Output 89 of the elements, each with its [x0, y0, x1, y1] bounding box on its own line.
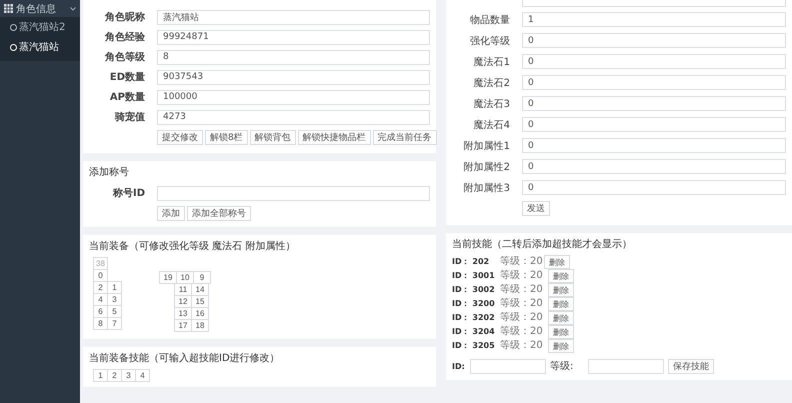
input-field[interactable]: 0	[522, 117, 786, 132]
save-button[interactable]: 保存技能	[668, 359, 714, 374]
caret-icon	[70, 6, 76, 10]
delete-button[interactable]: 删除	[548, 325, 574, 339]
skill-id: ID： 3205	[452, 340, 496, 352]
equipment-slot[interactable]: 7	[107, 317, 122, 330]
skill-id: ID： 3002	[452, 284, 496, 296]
input-field[interactable]: 0	[522, 159, 786, 174]
input-field[interactable]: 0	[522, 75, 786, 90]
equipment-slot[interactable]: 18	[191, 319, 209, 332]
card-title: 当前装备（可修改强化等级 魔法石 附加属性）	[89, 240, 296, 254]
input-field[interactable]: 9037543	[157, 70, 430, 84]
action-button[interactable]: 解锁快捷物品栏	[298, 130, 371, 144]
field-label: AP数量	[108, 90, 146, 104]
action-button[interactable]: 解锁8栏	[205, 130, 248, 144]
action-button[interactable]: 解锁背包	[250, 130, 296, 144]
delete-button[interactable]: 删除	[544, 255, 570, 269]
field-label: 魔法石1	[472, 56, 511, 68]
grid-icon	[4, 4, 13, 13]
input-field[interactable]	[470, 359, 546, 374]
send-button[interactable]: 发送	[522, 201, 550, 216]
input-field[interactable]: 1	[522, 12, 786, 27]
card-title: 当前装备技能（可输入超技能ID进行修改）	[89, 352, 281, 366]
skill-id: ID： 202	[452, 256, 490, 268]
action-button[interactable]: 完成当前任务	[372, 130, 437, 144]
action-button[interactable]: 添加	[157, 206, 185, 220]
field-label: 魔法石4	[472, 118, 511, 132]
skill-id: ID： 3200	[452, 298, 496, 310]
menu-group-header[interactable]: 角色信息	[0, 0, 80, 17]
field-label: 附加属性2	[462, 160, 511, 174]
skill-level: 等级：20	[500, 256, 544, 268]
skill-slot[interactable]: 3	[121, 369, 136, 382]
equipment-slot[interactable]: 19	[159, 271, 177, 284]
skill-slot[interactable]: 1	[93, 369, 108, 382]
action-button[interactable]: 提交修改	[157, 130, 203, 144]
input-field[interactable]: 0	[522, 33, 786, 48]
skill-level: 等级：20	[500, 270, 544, 282]
skill-id: ID： 3001	[452, 270, 496, 282]
input-field[interactable]: 8	[157, 50, 430, 64]
skill-id: ID： 3204	[452, 326, 496, 338]
delete-button[interactable]: 删除	[548, 269, 574, 283]
menu-item[interactable]: 蒸汽猫站2	[0, 17, 80, 37]
input-field[interactable]	[157, 186, 430, 200]
field-label: 强化等级	[469, 34, 511, 48]
delete-button[interactable]: 删除	[548, 297, 574, 311]
delete-button[interactable]: 删除	[548, 311, 574, 325]
field-label: 角色昵称	[104, 10, 146, 24]
skill-level: 等级：20	[500, 284, 544, 296]
input-field[interactable]	[522, 0, 786, 7]
action-button[interactable]: 添加全部称号	[187, 206, 251, 220]
skill-level: 等级：20	[500, 340, 544, 352]
card-title: 添加称号	[89, 166, 130, 180]
equipment-slot[interactable]: 8	[93, 317, 108, 330]
skill-level: 等级：20	[500, 326, 544, 338]
menu-group-title: 角色信息	[16, 2, 57, 16]
input-field[interactable]: 99924871	[157, 30, 430, 44]
input-field[interactable]: 蒸汽猫站	[157, 10, 430, 24]
menu-item[interactable]: 蒸汽猫站	[0, 37, 80, 57]
field-label: 魔法石3	[472, 98, 511, 110]
field-label: 附加属性1	[462, 140, 511, 152]
input-field[interactable]: 0	[522, 54, 786, 69]
input-field[interactable]: 0	[522, 96, 786, 111]
field-label: 骑宠值	[114, 110, 146, 124]
delete-button[interactable]: 删除	[548, 339, 574, 353]
field-label: 角色等级	[104, 50, 146, 64]
field-label: 物品数量	[469, 14, 511, 26]
skill-level: 等级：20	[500, 312, 544, 324]
input-field[interactable]: 4273	[157, 110, 430, 124]
input-field[interactable]: 0	[522, 180, 786, 195]
equipment-slot[interactable]: 0	[93, 269, 108, 282]
field-label: 角色经验	[104, 30, 146, 44]
equipment-slot[interactable]: 1	[107, 281, 122, 294]
equipment-slot[interactable]: 17	[174, 319, 192, 332]
skill-level: 等级：20	[500, 298, 544, 310]
field-label: ID:	[452, 360, 466, 372]
delete-button[interactable]: 删除	[548, 283, 574, 297]
skill-slot[interactable]: 2	[107, 369, 122, 382]
skill-slot[interactable]: 4	[135, 369, 150, 382]
field-label: 称号ID	[112, 186, 146, 200]
field-label: ED数量	[108, 70, 146, 84]
field-label: 魔法石2	[472, 76, 511, 90]
skill-id: ID： 3202	[452, 312, 496, 324]
equipment-slot[interactable]: 9	[193, 271, 211, 284]
input-field[interactable]: 100000	[157, 90, 430, 104]
card-title: 当前技能（二转后添加超技能才会显示）	[452, 238, 633, 252]
input-field[interactable]: 0	[522, 138, 786, 153]
input-field[interactable]	[588, 359, 664, 374]
field-label: 附加属性3	[462, 182, 511, 194]
field-label: 等级:	[550, 360, 574, 372]
